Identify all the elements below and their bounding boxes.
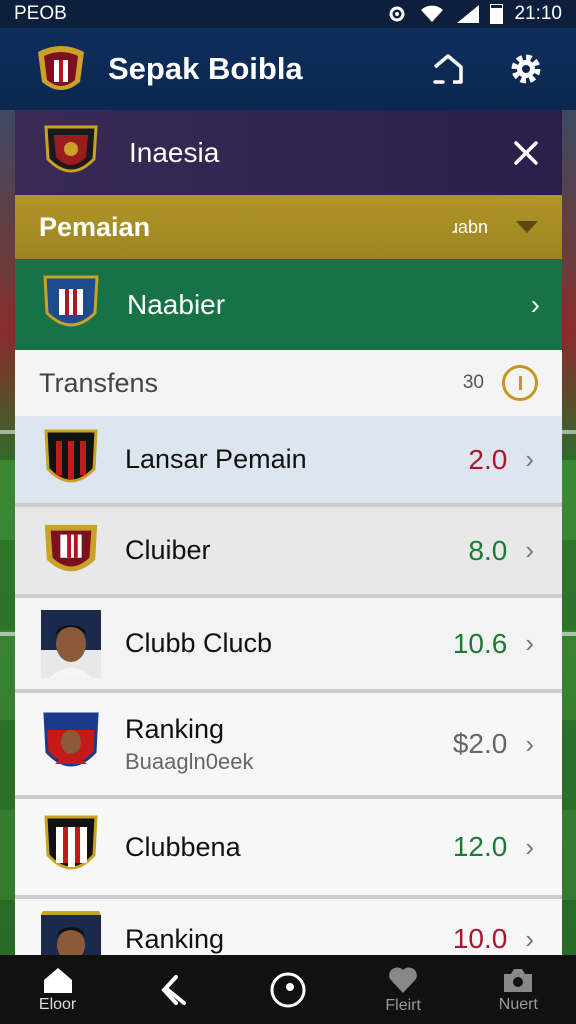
home-icon: [43, 967, 72, 993]
chevron-right-icon: ›: [530, 288, 540, 320]
settings-status-icon: [389, 6, 405, 22]
nav-camera[interactable]: Nuert: [468, 955, 568, 1024]
app-title: Sepak Boibla: [108, 51, 303, 86]
transfers-header: Transfens 30: [15, 350, 562, 416]
item-title: Ranking: [125, 713, 225, 744]
heart-icon: [389, 967, 417, 993]
chevron-right-icon: ›: [525, 628, 534, 658]
item-value: 2.0: [468, 443, 508, 475]
section-count: 30: [462, 372, 484, 393]
nav-label: Eloor: [38, 995, 77, 1013]
selected-team-bar[interactable]: Inaesia: [15, 110, 562, 195]
bottom-navigation: Eloor Fleirt Nuert: [0, 955, 576, 1024]
home-button[interactable]: [418, 39, 478, 99]
item-title: Ranking: [125, 924, 225, 954]
league-row[interactable]: Naabier ›: [15, 259, 562, 350]
category-title: Pemaian: [39, 211, 151, 242]
chevron-right-icon: ›: [525, 924, 534, 954]
item-value: 10.6: [452, 627, 508, 659]
player-avatar: [41, 905, 101, 955]
section-title: Transfens: [39, 367, 159, 398]
list-item[interactable]: Clubbena 12.0 ›: [15, 799, 562, 899]
chevron-right-icon: ›: [525, 831, 534, 862]
list-item[interactable]: Clubb Clucb 10.6 ›: [15, 598, 562, 693]
item-title: Clubb Clucb: [125, 628, 273, 658]
league-name: Naabier: [127, 288, 226, 320]
camera-icon: [504, 968, 533, 992]
battery-icon: [490, 4, 504, 24]
close-icon[interactable]: [512, 139, 540, 167]
league-crest-icon: [41, 269, 101, 341]
item-value: 10.0: [452, 923, 508, 954]
nav-home[interactable]: Eloor: [8, 955, 108, 1024]
chevron-right-icon: ›: [525, 535, 534, 565]
category-header[interactable]: Pemaian ɹabn: [15, 195, 562, 259]
settings-button[interactable]: [496, 39, 556, 99]
gear-icon: [511, 54, 541, 84]
nav-back[interactable]: [123, 955, 223, 1024]
list-item[interactable]: Ranking Buaagln0eek $2.0 ›: [15, 693, 562, 799]
team-crest-icon: [41, 117, 101, 189]
ac-milan-style-crest-icon: [41, 424, 101, 496]
item-value: 12.0: [452, 831, 508, 862]
info-icon[interactable]: [502, 365, 538, 401]
item-subtitle: Buaagln0eek: [125, 748, 254, 774]
status-time: 21:10: [514, 3, 562, 24]
list-item[interactable]: Ranking 10.0 ›: [15, 899, 562, 955]
item-title: Cluiber: [125, 535, 211, 565]
nav-record[interactable]: [238, 955, 338, 1024]
item-title: Clubbena: [125, 831, 241, 862]
dropdown-arrow-icon[interactable]: [516, 221, 538, 233]
home-outline-icon: [433, 54, 463, 84]
nav-favorites[interactable]: Fleirt: [353, 955, 453, 1024]
list-item[interactable]: Lansar Pemain 2.0 ›: [15, 416, 562, 507]
status-bar: PEOB 21:10: [0, 0, 576, 28]
app-logo-icon: [28, 37, 94, 101]
item-value: $2.0: [452, 728, 508, 759]
record-icon: [270, 972, 306, 1007]
chevron-right-icon: ›: [525, 728, 534, 759]
item-title: Lansar Pemain: [125, 444, 307, 474]
app-bar: Sepak Boibla: [0, 28, 576, 110]
back-arrow-icon: [161, 974, 186, 1005]
item-value: 8.0: [468, 534, 508, 566]
striped-crest-icon: [41, 811, 101, 883]
club-crest-icon: [41, 515, 101, 587]
status-carrier: PEOB: [14, 3, 67, 24]
ranking-crest-icon: [41, 708, 101, 780]
nav-label: Nuert: [498, 995, 538, 1013]
signal-icon: [457, 5, 480, 23]
nav-label: Fleirt: [385, 996, 421, 1014]
chevron-right-icon: ›: [525, 444, 534, 474]
wifi-icon: [421, 5, 444, 22]
team-name: Inaesia: [129, 136, 220, 168]
list-item[interactable]: Cluiber 8.0 ›: [15, 507, 562, 598]
category-sort-label: ɹabn: [451, 216, 488, 237]
player-avatar: [41, 608, 101, 680]
